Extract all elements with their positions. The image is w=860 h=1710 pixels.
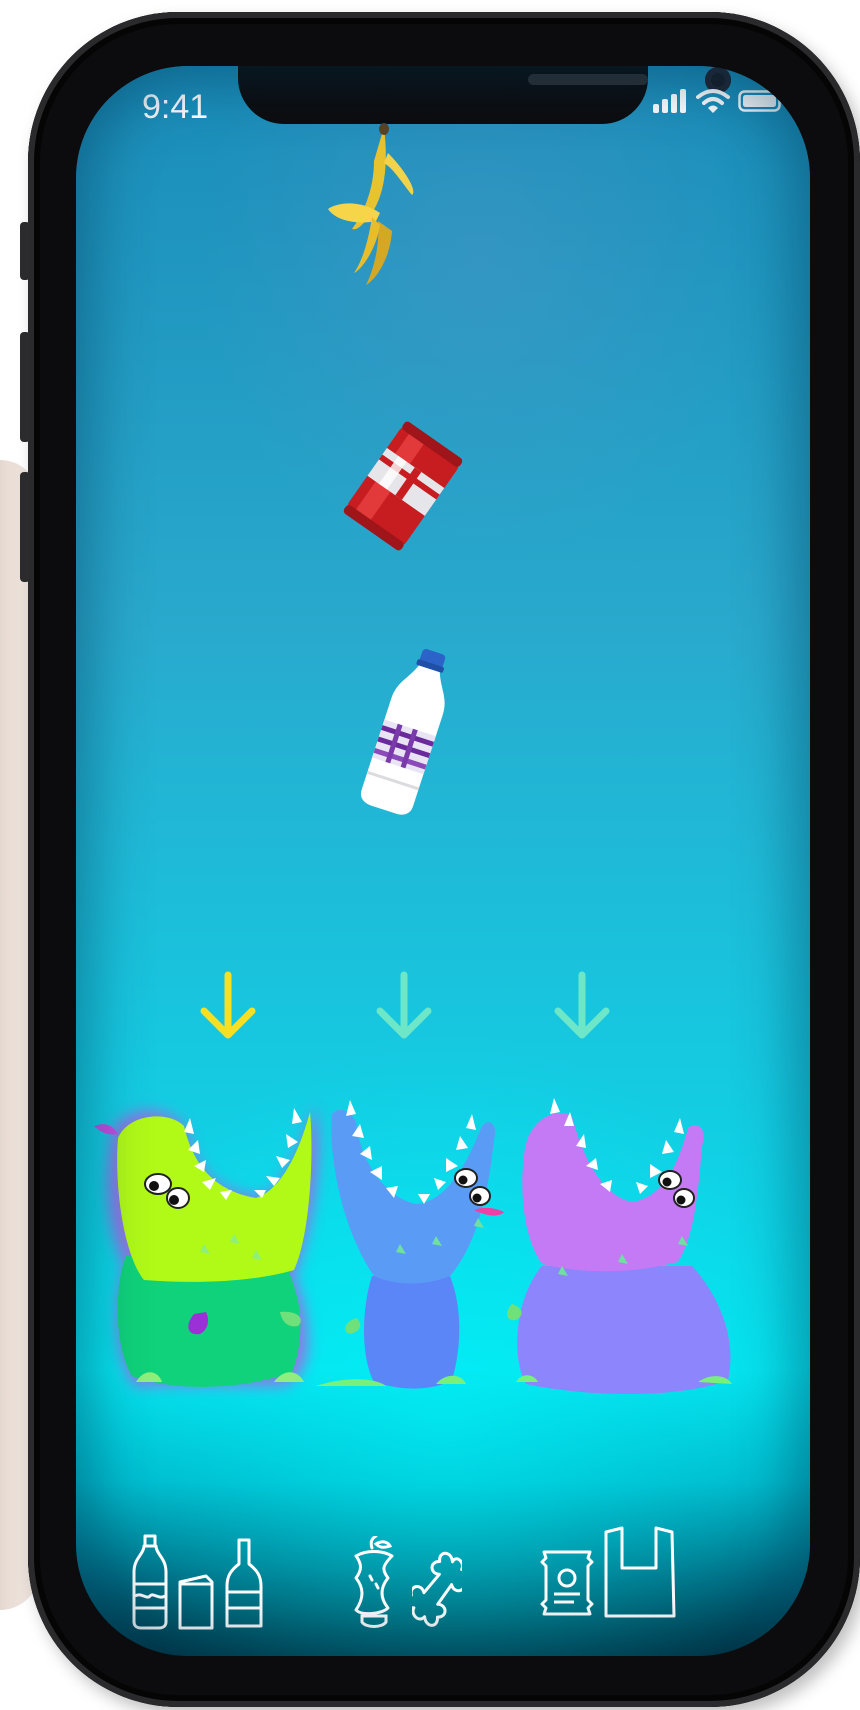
monster-recyclables[interactable]: [84, 1086, 334, 1406]
monster-organic[interactable]: [316, 1086, 516, 1406]
status-icons: [652, 88, 786, 114]
category-organic[interactable]: [348, 1536, 462, 1628]
game-screen[interactable]: 9:41: [76, 66, 810, 1656]
lane-3-arrow[interactable]: [550, 971, 614, 1041]
lane-2-arrow[interactable]: [372, 971, 436, 1041]
battery-icon: [738, 89, 786, 113]
status-time: 9:41: [142, 88, 209, 126]
volume-down-button: [20, 472, 30, 582]
can-icon: [176, 1570, 216, 1630]
speaker: [528, 74, 648, 85]
apple-core-icon: [348, 1536, 398, 1628]
volume-up-button: [20, 332, 30, 442]
category-non-recyclable[interactable]: [540, 1524, 678, 1620]
screen-vignette: [76, 66, 810, 1656]
wifi-icon: [696, 88, 730, 114]
bin-category-tray: [76, 1516, 810, 1636]
plastic-bottle-icon: [130, 1534, 170, 1630]
signal-icon: [652, 88, 688, 114]
plastic-bottle-item[interactable]: [352, 641, 462, 821]
category-recyclables[interactable]: [130, 1534, 264, 1630]
snack-bag-icon: [540, 1548, 594, 1618]
banana-peel-item[interactable]: [322, 121, 422, 291]
mute-switch: [20, 222, 30, 280]
plastic-bag-icon: [602, 1524, 678, 1620]
glass-bottle-icon: [224, 1538, 264, 1630]
soda-can-item[interactable]: [338, 416, 468, 556]
notch: [238, 66, 731, 124]
bone-icon: [412, 1548, 462, 1628]
lane-1-arrow[interactable]: [196, 971, 260, 1041]
monster-non-recyclable[interactable]: [502, 1086, 742, 1406]
